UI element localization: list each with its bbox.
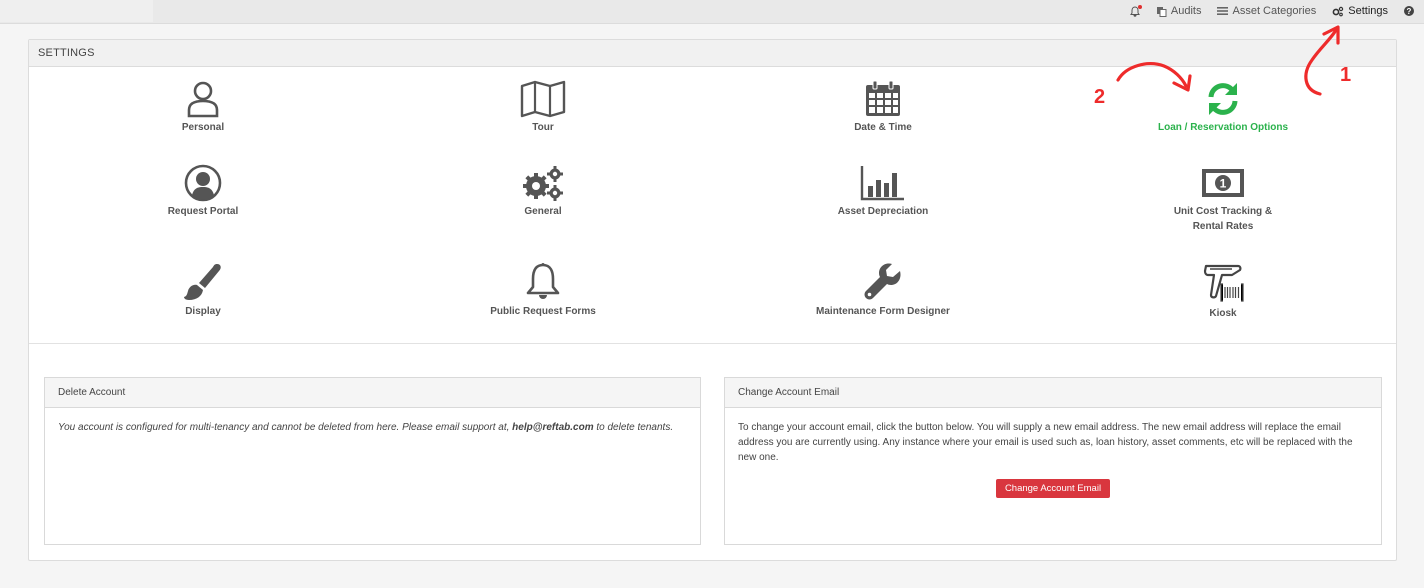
delete-account-card: Delete Account You account is configured… (44, 377, 701, 545)
notification-dot (1137, 4, 1142, 9)
tile-general[interactable]: General (433, 164, 653, 219)
bell-icon (526, 263, 560, 299)
support-email: help@reftab.com (512, 422, 594, 433)
tile-public-request-forms[interactable]: Public Request Forms (433, 262, 653, 319)
settings-panel: SETTINGS Personal Tour Date & Time Loan … (28, 39, 1397, 561)
settings-tiles: Personal Tour Date & Time Loan / Reserva… (29, 68, 1396, 344)
help-button[interactable]: ? (1404, 6, 1414, 16)
tile-personal[interactable]: Personal (93, 80, 313, 135)
tile-request-portal[interactable]: Request Portal (93, 164, 313, 219)
svg-text:1: 1 (1220, 177, 1227, 191)
tile-asset-depreciation[interactable]: Asset Depreciation (773, 164, 993, 219)
top-nav: Audits Asset Categories Settings ? (1129, 0, 1414, 22)
barcode-scanner-icon (1203, 264, 1244, 302)
user-circle-icon (184, 164, 222, 202)
annotation-arrow-2 (1116, 62, 1192, 92)
copy-icon (1156, 6, 1167, 17)
wrench-icon (864, 263, 901, 300)
calendar-icon (866, 80, 900, 116)
gears-icon (523, 166, 563, 201)
money-icon: 1 (1202, 169, 1244, 197)
map-icon (520, 80, 566, 118)
tile-date-time[interactable]: Date & Time (773, 80, 993, 135)
paintbrush-icon (184, 264, 221, 300)
change-email-title: Change Account Email (725, 378, 1381, 408)
change-email-card: Change Account Email To change your acco… (724, 377, 1382, 545)
tile-tour[interactable]: Tour (433, 80, 653, 135)
annotation-number-2: 2 (1094, 86, 1106, 108)
bar-chart-icon (860, 166, 904, 201)
tile-unit-cost-tracking[interactable]: 1 Unit Cost Tracking & Rental Rates (1113, 164, 1333, 234)
refresh-icon (1208, 83, 1238, 115)
nav-audits[interactable]: Audits (1156, 5, 1201, 17)
tile-display[interactable]: Display (93, 262, 313, 319)
change-email-text: To change your account email, click the … (738, 422, 1353, 463)
tile-label-line2: Rental Rates (1192, 221, 1254, 232)
tile-kiosk[interactable]: Kiosk (1113, 262, 1333, 321)
svg-text:?: ? (1407, 7, 1412, 16)
tile-label-line1: Unit Cost Tracking & (1173, 206, 1273, 217)
list-icon (1217, 7, 1229, 15)
gears-icon (1332, 6, 1344, 16)
nav-settings[interactable]: Settings (1332, 5, 1388, 17)
delete-account-text: You account is configured for multi-tena… (58, 422, 674, 433)
top-bar: Audits Asset Categories Settings ? (0, 0, 1424, 24)
notifications-button[interactable] (1129, 4, 1142, 17)
search-area[interactable] (0, 0, 153, 22)
delete-account-title: Delete Account (45, 378, 700, 408)
tile-maintenance-form-designer[interactable]: Maintenance Form Designer (773, 262, 993, 319)
help-icon: ? (1404, 6, 1414, 16)
annotation-number-1: 1 (1340, 64, 1352, 86)
nav-asset-categories[interactable]: Asset Categories (1217, 5, 1316, 17)
change-account-email-button[interactable]: Change Account Email (996, 479, 1110, 498)
user-icon (187, 81, 219, 118)
